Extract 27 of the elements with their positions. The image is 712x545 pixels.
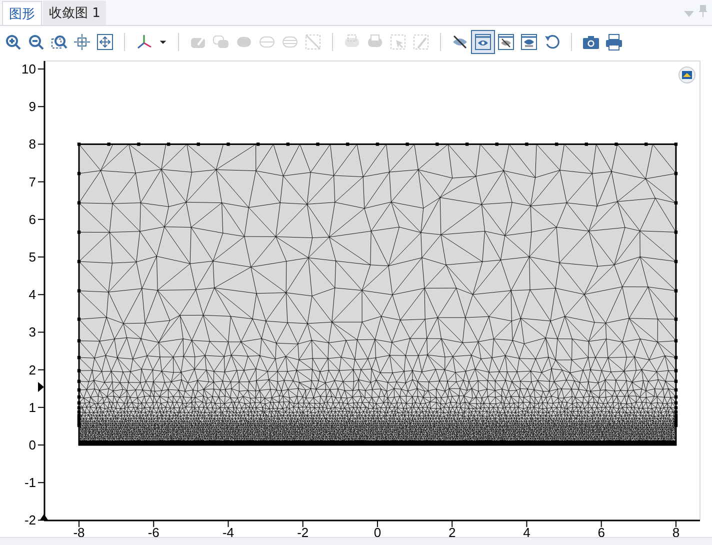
tick-label: 5 xyxy=(28,250,36,265)
marker-icon xyxy=(40,514,48,520)
tick-label: 3 xyxy=(28,324,36,340)
tick-label: 10 xyxy=(22,62,36,77)
tick-label: 2 xyxy=(448,525,456,538)
tick-label: -6 xyxy=(148,525,160,538)
tick-label: -8 xyxy=(73,525,85,538)
tick-label: 0 xyxy=(374,525,382,538)
tick-label: 6 xyxy=(28,212,36,228)
tick-label: -2 xyxy=(24,512,36,528)
tick-label: 4 xyxy=(28,287,36,302)
logo-icon xyxy=(678,66,696,84)
tab[interactable]: 图形 xyxy=(2,1,42,26)
tick-label: 9 xyxy=(28,99,36,114)
tick-label: -2 xyxy=(297,525,309,538)
tick-label: 1 xyxy=(28,400,36,416)
tick-label: 0 xyxy=(28,438,36,453)
tick-label: -4 xyxy=(222,525,234,538)
eye-window-icon[interactable] xyxy=(472,30,494,53)
tick-label: 8 xyxy=(28,136,36,152)
tab[interactable]: 收敛图 1 xyxy=(43,1,106,26)
tick-label: 8 xyxy=(672,525,680,538)
tick-label: -1 xyxy=(24,475,36,490)
tick-label: 6 xyxy=(598,525,605,538)
tick-label: 4 xyxy=(523,525,530,538)
tick-label: 7 xyxy=(28,174,36,190)
tick-label: 2 xyxy=(28,362,36,378)
